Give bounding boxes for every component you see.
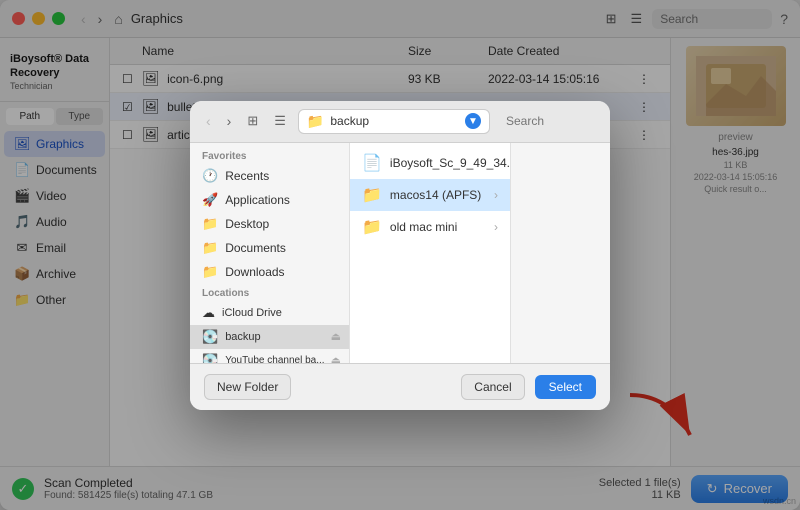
watermark: wsdn.cn (763, 496, 796, 506)
modal-file-name-1: macos14 (APFS) (390, 188, 486, 202)
locations-header: Locations (190, 284, 349, 301)
modal-file-row[interactable]: 📁 old mac mini › (350, 211, 510, 243)
modal-file-icon-0: 📄 (362, 153, 382, 173)
fav-applications[interactable]: 🚀 Applications (190, 188, 349, 212)
modal-file-icon-1: 📁 (362, 185, 382, 205)
modal-location-dropdown[interactable]: ▼ (465, 113, 481, 129)
save-dialog: ‹ › ⊞ ☰ 📁 backup ▼ Favorites 🕐 Recents � (190, 101, 610, 410)
fav-documents-label: Documents (225, 241, 286, 255)
loc-backup[interactable]: 💽 backup ⏏ (190, 325, 349, 349)
downloads-icon: 📁 (202, 264, 218, 280)
fav-documents[interactable]: 📁 Documents (190, 236, 349, 260)
cancel-button[interactable]: Cancel (461, 374, 524, 400)
modal-sidebar: Favorites 🕐 Recents 🚀 Applications 📁 Des… (190, 143, 350, 363)
modal-file-name-0: iBoysoft_Sc_9_49_34.ibsr (390, 156, 510, 170)
modal-location-name: backup (330, 114, 459, 128)
loc-backup-label: backup (225, 331, 260, 343)
fav-downloads[interactable]: 📁 Downloads (190, 260, 349, 284)
modal-file-icon-2: 📁 (362, 217, 382, 237)
backup-drive-icon: 💽 (202, 329, 218, 345)
documents-fav-icon: 📁 (202, 240, 218, 256)
modal-grid-view-button[interactable]: ⊞ (243, 111, 262, 131)
modal-side-panel (510, 143, 610, 363)
desktop-icon: 📁 (202, 216, 218, 232)
fav-desktop-label: Desktop (225, 217, 269, 231)
modal-toolbar: ‹ › ⊞ ☰ 📁 backup ▼ (190, 101, 610, 143)
modal-footer: New Folder Cancel Select (190, 363, 610, 410)
loc-youtube-label: YouTube channel ba... (225, 355, 324, 363)
modal-content: Favorites 🕐 Recents 🚀 Applications 📁 Des… (190, 143, 610, 363)
modal-back-button[interactable]: ‹ (202, 111, 215, 131)
fav-downloads-label: Downloads (225, 265, 284, 279)
modal-file-list: 📄 iBoysoft_Sc_9_49_34.ibsr 📁 macos14 (AP… (350, 143, 510, 363)
eject-youtube-icon[interactable]: ⏏ (331, 354, 341, 363)
modal-list-view-button[interactable]: ☰ (270, 111, 290, 131)
loc-icloud-label: iCloud Drive (222, 307, 282, 319)
loc-youtube[interactable]: 💽 YouTube channel ba... ⏏ (190, 349, 349, 363)
fav-desktop[interactable]: 📁 Desktop (190, 212, 349, 236)
modal-file-name-2: old mac mini (390, 220, 486, 234)
modal-file-row[interactable]: 📁 macos14 (APFS) › (350, 179, 510, 211)
eject-icon[interactable]: ⏏ (331, 330, 341, 343)
modal-search-input[interactable] (498, 111, 598, 131)
icloud-icon: ☁ (202, 305, 215, 321)
youtube-drive-icon: 💽 (202, 353, 218, 363)
chevron-right-icon: › (494, 188, 498, 202)
modal-forward-button[interactable]: › (223, 111, 236, 131)
modal-file-row[interactable]: 📄 iBoysoft_Sc_9_49_34.ibsr (350, 147, 510, 179)
modal-overlay: ‹ › ⊞ ☰ 📁 backup ▼ Favorites 🕐 Recents � (0, 0, 800, 510)
loc-icloud[interactable]: ☁ iCloud Drive (190, 301, 349, 325)
chevron-right-icon-2: › (494, 220, 498, 234)
fav-applications-label: Applications (225, 193, 290, 207)
recents-icon: 🕐 (202, 168, 218, 184)
modal-location-bar: 📁 backup ▼ (298, 109, 490, 134)
fav-recents-label: Recents (225, 169, 269, 183)
select-button[interactable]: Select (535, 375, 596, 399)
folder-icon: 📁 (307, 113, 324, 130)
applications-icon: 🚀 (202, 192, 218, 208)
new-folder-button[interactable]: New Folder (204, 374, 291, 400)
fav-recents[interactable]: 🕐 Recents (190, 164, 349, 188)
favorites-header: Favorites (190, 147, 349, 164)
